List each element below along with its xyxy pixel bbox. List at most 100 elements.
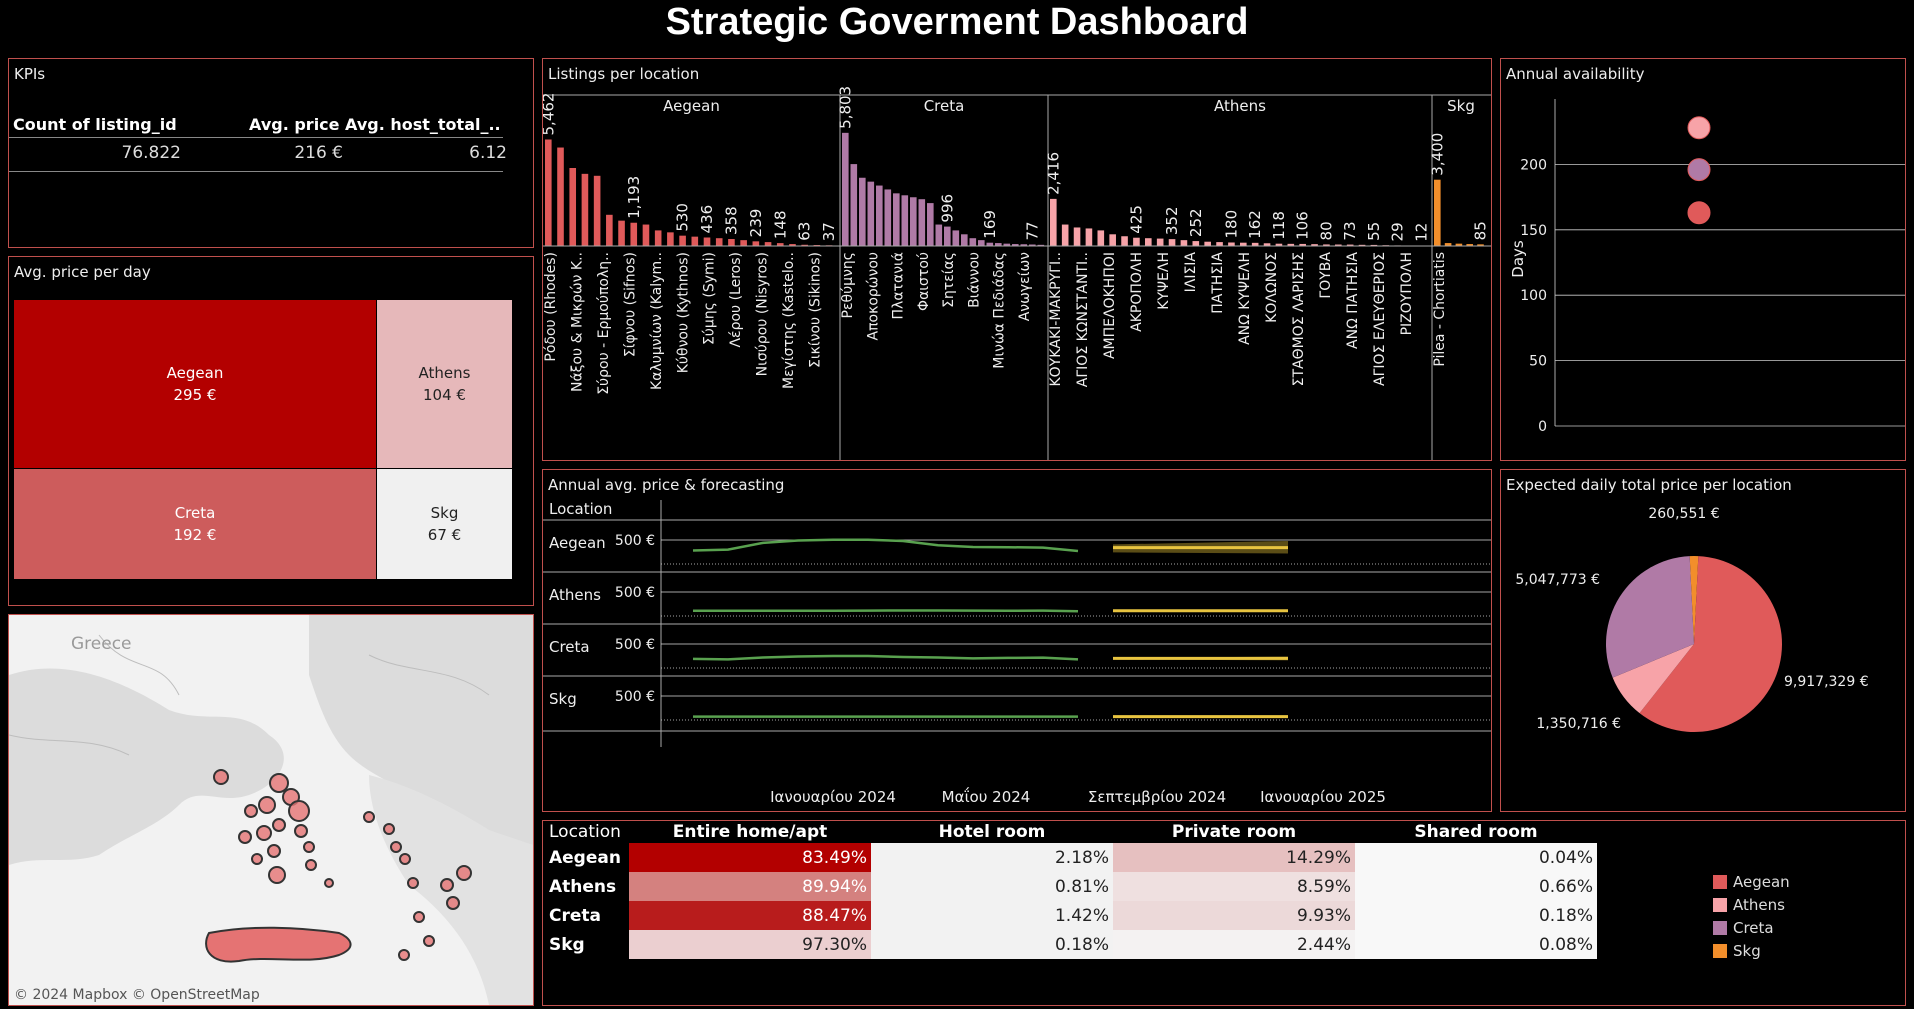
legend-skg[interactable]: Skg [1713, 942, 1761, 960]
kpi-host-header: Avg. host_total_.. [345, 115, 501, 134]
room-row-skg[interactable]: Skg 97.30% 0.18% 2.44% 0.08% [547, 930, 1597, 959]
listings-bar-label: 80 [1317, 221, 1335, 240]
listings-bar [691, 236, 699, 246]
pie-label-athens: 1,350,716 € [1536, 716, 1621, 732]
room-cell[interactable]: 1.42% [871, 901, 1113, 930]
listings-group-athens: Athens [1214, 97, 1266, 115]
listings-bar-label: 63 [796, 222, 814, 241]
avg-price-per-day-panel: Avg. price per day Aegean 295 € Athens 104… [8, 256, 534, 606]
listings-bar [842, 132, 849, 246]
listings-bar [752, 241, 760, 246]
room-header-shared[interactable]: Shared room [1355, 821, 1597, 843]
room-cell[interactable]: 0.18% [871, 930, 1113, 959]
treemap-cell-skg[interactable]: Skg 67 € [377, 469, 512, 579]
forecast-chart[interactable]: Location Aegean 500 € Athens 500 € Creta 500 €… [543, 470, 1491, 811]
listings-tick-label: Φαιστού [916, 252, 932, 311]
treemap-cell-aegean[interactable]: Aegean 295 € [14, 300, 376, 468]
room-header-entire[interactable]: Entire home/apt [629, 821, 871, 843]
room-cell[interactable]: 2.44% [1113, 930, 1355, 959]
listings-bar [1192, 241, 1200, 246]
listings-tick-label: ΓΟΥΒΑ [1318, 252, 1334, 299]
room-cell[interactable]: 0.66% [1355, 872, 1597, 901]
listings-bar-label: 77 [1023, 221, 1041, 240]
kpi-avg-price-header: Avg. price [249, 115, 340, 134]
room-cell[interactable]: 83.49% [629, 843, 871, 872]
listings-bar-label: 180 [1222, 210, 1240, 239]
kpis-title: KPIs [14, 65, 46, 83]
listings-bar-label: 996 [938, 194, 956, 223]
forecast-actual-line [692, 654, 1079, 661]
listings-bar-label: 5,462 [543, 93, 557, 136]
listings-bar [1121, 236, 1128, 246]
room-cell[interactable]: 14.29% [1113, 843, 1355, 872]
room-type-header-row: Location Entire home/apt Hotel room Priv… [547, 821, 1597, 843]
forecast-panel: Annual avg. price & forecasting Location… [542, 469, 1492, 812]
legend-creta[interactable]: Creta [1713, 919, 1774, 937]
room-header-location[interactable]: Location [547, 821, 629, 843]
room-row-athens[interactable]: Athens 89.94% 0.81% 8.59% 0.66% [547, 872, 1597, 901]
listings-bar-label: 148 [771, 210, 789, 239]
listings-tick-label: ΚΟΥΚΑΚΙ-ΜΑΚΡΥΓΙ.. [1048, 252, 1064, 387]
listings-bar-label: 1,193 [625, 176, 643, 219]
listings-bar [969, 238, 977, 246]
map-panel[interactable]: Greece © 2024 Mapbox © OpenStreetMap [8, 614, 534, 1006]
listings-bar-label: 436 [698, 205, 716, 234]
avg-price-per-day-title: Avg. price per day [14, 263, 151, 281]
room-header-private[interactable]: Private room [1113, 821, 1355, 843]
forecast-row-label: Creta [549, 638, 590, 656]
room-header-hotel[interactable]: Hotel room [871, 821, 1113, 843]
legend-athens[interactable]: Athens [1713, 896, 1785, 914]
room-row-aegean[interactable]: Aegean 83.49% 2.18% 14.29% 0.04% [547, 843, 1597, 872]
kpis-panel: KPIs Count of listing_id Avg. price Avg.… [8, 58, 534, 248]
room-cell[interactable]: 0.18% [1355, 901, 1597, 930]
room-cell[interactable]: 2.18% [871, 843, 1113, 872]
listings-tick-label: Καλυμνίων (Kalym.. [649, 252, 665, 390]
listings-bar [944, 226, 951, 246]
listings-tick-label: Σύμης (Symi) [702, 252, 718, 345]
room-cell[interactable]: 0.08% [1355, 930, 1597, 959]
room-cell[interactable]: 0.04% [1355, 843, 1597, 872]
availability-tick: 50 [1529, 354, 1547, 370]
listings-group-skg: Skg [1447, 97, 1475, 115]
treemap-cell-athens[interactable]: Athens 104 € [377, 300, 512, 468]
listings-tick-label: Ρεθύμνης [840, 252, 856, 319]
legend-aegean[interactable]: Aegean [1713, 873, 1790, 891]
listings-tick-label: Νάξου & Μικρών Κ.. [569, 252, 585, 392]
listings-panel: Listings per location Aegean 5,462 1,193 53… [542, 58, 1492, 461]
listings-bar [1145, 238, 1152, 246]
forecast-axis-label: 500 € [615, 585, 655, 601]
room-row-label: Creta [549, 905, 601, 926]
listings-bar [654, 230, 662, 246]
listings-tick-label: ΑΓΙΟΣ ΚΩΝΣΤΑΝΤΙ.. [1075, 252, 1091, 387]
availability-chart[interactable]: Days 0 50 100 150 200 [1501, 59, 1905, 460]
listings-tick-label: ΑΝΩ ΚΥΨΕΛΗ [1237, 252, 1253, 345]
listings-bar-label: 85 [1472, 221, 1490, 240]
room-cell[interactable]: 0.81% [871, 872, 1113, 901]
listings-tick-label: ΙΛΙΣΙΑ [1183, 252, 1199, 293]
room-cell[interactable]: 97.30% [629, 930, 871, 959]
map-attribution: © 2024 Mapbox © OpenStreetMap [14, 987, 260, 1003]
listings-bar [935, 224, 943, 246]
listings-tick-label: Λέρου (Leros) [728, 252, 744, 348]
expected-daily-panel: Expected daily total price per location … [1500, 469, 1906, 812]
room-cell[interactable]: 9.93% [1113, 901, 1355, 930]
room-cell[interactable]: 88.47% [629, 901, 871, 930]
listings-bar [1168, 239, 1176, 246]
expected-daily-pie[interactable]: 260,551 € 9,917,329 € 1,350,716 € 5,047,773… [1501, 470, 1905, 811]
listings-chart[interactable]: Aegean 5,462 1,193 530 436 358 239 148 63 37 Ρόδου… [543, 59, 1491, 460]
treemap-cell-creta[interactable]: Creta 192 € [14, 469, 376, 579]
listings-bar-label: 239 [747, 209, 765, 238]
listings-bar-label: 12 [1412, 223, 1430, 242]
listings-tick-label: ΑΚΡΟΠΟΛΗ [1129, 252, 1145, 332]
listings-bar-label: 73 [1341, 221, 1359, 240]
map-canvas[interactable]: Greece © 2024 Mapbox © OpenStreetMap [9, 615, 533, 1005]
room-cell[interactable]: 89.94% [629, 872, 871, 901]
annual-availability-panel: Annual availability Days 0 50 100 150 200 [1500, 58, 1906, 461]
listings-bar [901, 195, 909, 246]
listings-bar-label: 2,416 [1044, 152, 1062, 195]
room-cell[interactable]: 8.59% [1113, 872, 1355, 901]
room-row-creta[interactable]: Creta 88.47% 1.42% 9.93% 0.18% [547, 901, 1597, 930]
forecast-actual-line [692, 538, 1079, 553]
listings-tick-label: Ρόδου (Rhodes) [543, 252, 559, 362]
listings-bar [764, 242, 772, 246]
